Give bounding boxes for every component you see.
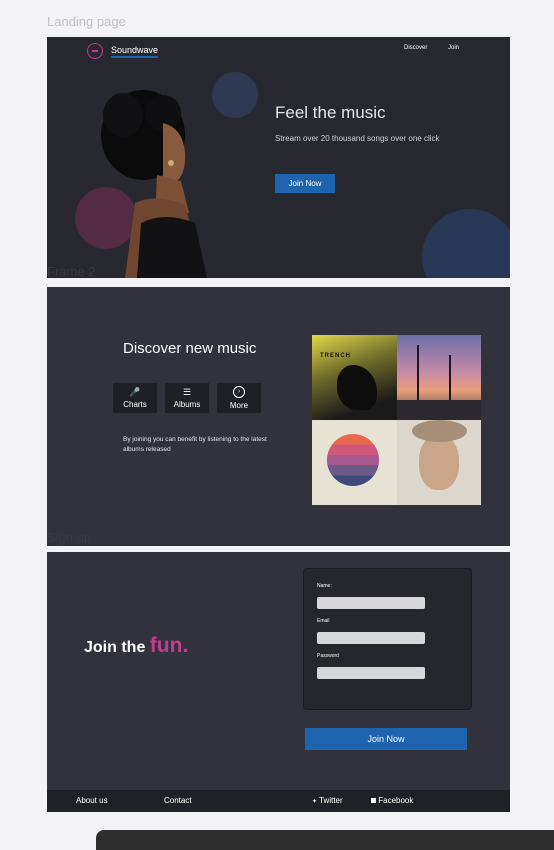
album-cover-portrait[interactable] — [396, 420, 481, 505]
album-cover-sunset[interactable] — [396, 335, 481, 420]
microphone-icon: 🎤 — [129, 387, 141, 397]
name-input[interactable] — [317, 597, 425, 609]
category-charts-label: Charts — [123, 400, 147, 409]
frame-label-landing: Landing page — [47, 14, 126, 29]
footer-twitter-link[interactable]: ✦ Twitter — [312, 796, 343, 805]
album-cover-stripes[interactable] — [312, 420, 397, 505]
hero-subtitle: Stream over 20 thousand songs over one c… — [275, 134, 440, 143]
join-heading-accent: fun. — [149, 634, 189, 657]
signup-submit-button[interactable]: Join Now — [305, 728, 467, 750]
twitter-label: Twitter — [319, 796, 343, 805]
join-heading: Join the fun. — [84, 634, 188, 658]
footer-about-link[interactable]: About us — [76, 796, 108, 805]
category-albums-button[interactable]: ☰ Albums — [165, 383, 209, 413]
email-label: Email — [317, 618, 330, 624]
discover-description: By joining you can benefit by listening … — [123, 436, 267, 453]
signup-form: Name: Email Password — [303, 568, 472, 710]
album-cover-trench[interactable]: TRENCH — [312, 335, 397, 420]
category-charts-button[interactable]: 🎤 Charts — [113, 383, 157, 413]
facebook-label: Facebook — [378, 796, 414, 805]
nav-discover-link[interactable]: Discover — [404, 45, 427, 51]
discover-frame: Discover new music 🎤 Charts ☰ Albums › M… — [47, 287, 510, 546]
category-more-button[interactable]: › More — [217, 383, 261, 413]
album-grid: TRENCH — [312, 335, 481, 505]
signup-frame: Join the fun. Name: Email Password Join … — [47, 552, 510, 812]
category-albums-label: Albums — [173, 400, 201, 409]
frame-label-frame2: Frame 2 — [47, 264, 96, 279]
email-input[interactable] — [317, 632, 425, 644]
footer-facebook-link[interactable]: Facebook — [371, 796, 413, 805]
frame-label-signup: Sign up — [47, 530, 92, 545]
hero-portrait-image — [101, 90, 207, 278]
brand-name: Soundwave — [111, 45, 159, 58]
decor-circle-blue-bottom — [422, 209, 510, 278]
footer-contact-link[interactable]: Contact — [164, 796, 192, 805]
bottom-window-edge — [96, 830, 554, 850]
landing-frame: Soundwave Discover Join Feel the music S… — [47, 37, 510, 278]
password-input[interactable] — [317, 667, 425, 679]
album-caption: TRENCH — [320, 353, 351, 359]
footer: About us Contact ✦ Twitter Facebook — [47, 790, 510, 812]
twitter-icon: ✦ — [312, 799, 318, 805]
password-label: Password — [317, 653, 339, 659]
nav-join-link[interactable]: Join — [448, 45, 459, 51]
facebook-icon — [371, 798, 376, 804]
category-more-label: More — [229, 401, 249, 410]
discover-title: Discover new music — [123, 340, 257, 357]
hero-join-button[interactable]: Join Now — [275, 174, 335, 193]
hero-title: Feel the music — [275, 103, 386, 122]
chevron-right-circle-icon: › — [233, 386, 245, 398]
name-label: Name: — [317, 583, 332, 589]
join-heading-prefix: Join the — [84, 639, 146, 656]
layers-icon: ☰ — [182, 387, 192, 397]
soundwave-logo-icon — [87, 43, 103, 59]
brand-logo[interactable]: Soundwave — [87, 43, 159, 59]
